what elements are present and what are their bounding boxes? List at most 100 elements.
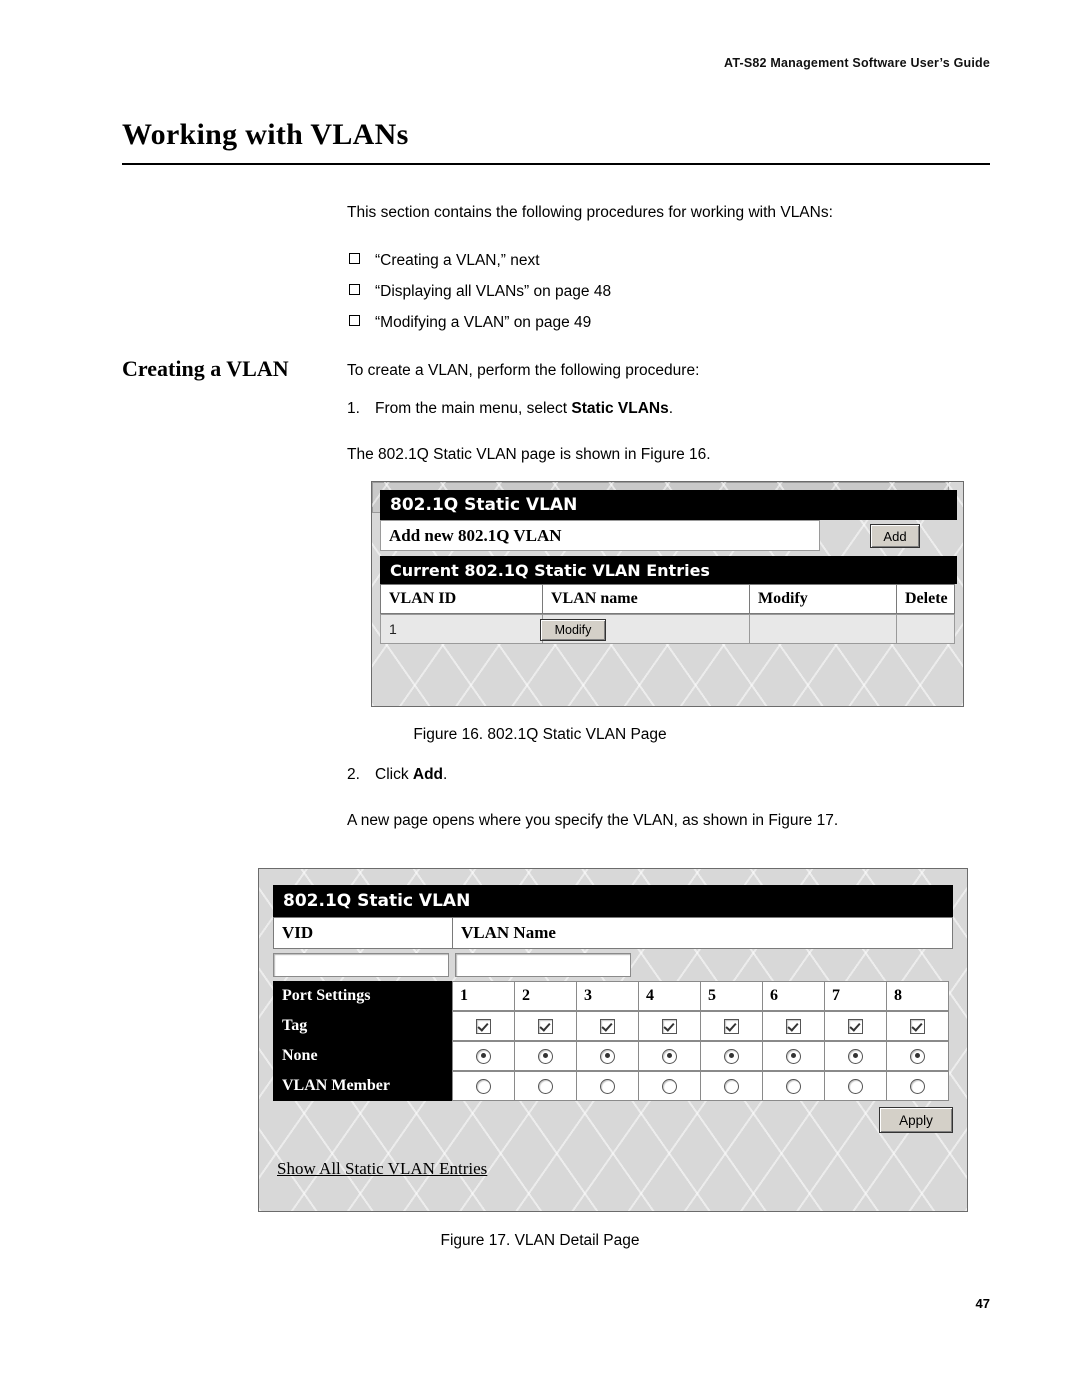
vlan-member-cell-4[interactable] bbox=[638, 1071, 701, 1101]
radio-icon[interactable] bbox=[538, 1078, 553, 1094]
running-head: AT-S82 Management Software User’s Guide bbox=[724, 56, 990, 70]
apply-button[interactable]: Apply bbox=[879, 1107, 953, 1133]
step-text-end: . bbox=[668, 400, 674, 417]
tag-cell-3[interactable] bbox=[576, 1011, 639, 1041]
vlan-member-cell-6[interactable] bbox=[762, 1071, 825, 1101]
checkbox-icon[interactable] bbox=[786, 1018, 801, 1034]
tag-cell-8[interactable] bbox=[886, 1011, 949, 1041]
port-number-1: 1 bbox=[452, 981, 515, 1011]
document-page: AT-S82 Management Software User’s Guide … bbox=[0, 0, 1080, 1397]
tag-cell-6[interactable] bbox=[762, 1011, 825, 1041]
checkbox-icon[interactable] bbox=[910, 1018, 925, 1034]
page-title: Working with VLANs bbox=[122, 118, 409, 151]
radio-icon[interactable] bbox=[786, 1078, 801, 1094]
radio-icon[interactable] bbox=[476, 1048, 491, 1064]
port-settings-label: Port Settings bbox=[273, 981, 453, 1011]
vlan-member-cell-1[interactable] bbox=[452, 1071, 515, 1101]
cell-delete bbox=[896, 614, 955, 644]
step-text: Click bbox=[375, 766, 413, 783]
page-number: 47 bbox=[975, 1296, 990, 1311]
port-number-8: 8 bbox=[886, 981, 949, 1011]
procedure-step-2-note: A new page opens where you specify the V… bbox=[347, 812, 839, 829]
radio-icon[interactable] bbox=[538, 1048, 553, 1064]
checkbox-icon[interactable] bbox=[476, 1018, 491, 1034]
vlan-member-cell-5[interactable] bbox=[700, 1071, 763, 1101]
radio-icon[interactable] bbox=[662, 1078, 677, 1094]
radio-icon[interactable] bbox=[786, 1048, 801, 1064]
tag-cell-7[interactable] bbox=[824, 1011, 887, 1041]
vlan-member-cell-2[interactable] bbox=[514, 1071, 577, 1101]
radio-icon[interactable] bbox=[724, 1078, 739, 1094]
list-item-label: “Displaying all VLANs” on page 48 bbox=[375, 283, 612, 300]
vlan-member-row-label: VLAN Member bbox=[273, 1071, 453, 1101]
port-number-7: 7 bbox=[824, 981, 887, 1011]
column-header-delete: Delete bbox=[896, 584, 955, 614]
none-cell-7[interactable] bbox=[824, 1041, 887, 1071]
port-number-5: 5 bbox=[700, 981, 763, 1011]
radio-icon[interactable] bbox=[476, 1078, 491, 1094]
none-row: None bbox=[273, 1041, 953, 1071]
list-item-label: “Creating a VLAN,” next bbox=[375, 252, 540, 269]
none-cell-8[interactable] bbox=[886, 1041, 949, 1071]
vlan-detail-input-row bbox=[273, 949, 953, 979]
radio-icon[interactable] bbox=[910, 1048, 925, 1064]
none-cell-1[interactable] bbox=[452, 1041, 515, 1071]
tag-cell-5[interactable] bbox=[700, 1011, 763, 1041]
vid-input[interactable] bbox=[273, 953, 449, 977]
column-header-modify: Modify bbox=[749, 584, 897, 614]
port-number-4: 4 bbox=[638, 981, 701, 1011]
port-number-3: 3 bbox=[576, 981, 639, 1011]
checkbox-icon[interactable] bbox=[724, 1018, 739, 1034]
vlan-member-cell-3[interactable] bbox=[576, 1071, 639, 1101]
add-button[interactable]: Add bbox=[870, 524, 920, 548]
checkbox-icon[interactable] bbox=[600, 1018, 615, 1034]
tag-cell-4[interactable] bbox=[638, 1011, 701, 1041]
modify-button[interactable]: Modify bbox=[540, 619, 606, 641]
step-number: 1. bbox=[347, 400, 360, 417]
list-item-label: “Modifying a VLAN” on page 49 bbox=[375, 314, 592, 331]
checkbox-icon[interactable] bbox=[538, 1018, 553, 1034]
section-heading: Creating a VLAN bbox=[122, 356, 289, 381]
column-header-vlan-name: VLAN Name bbox=[452, 917, 953, 949]
checkbox-icon[interactable] bbox=[848, 1018, 863, 1034]
radio-icon[interactable] bbox=[724, 1048, 739, 1064]
tag-row: Tag bbox=[273, 1011, 953, 1041]
radio-icon[interactable] bbox=[600, 1048, 615, 1064]
cell-vlan-id: 1 bbox=[380, 614, 543, 644]
none-cell-2[interactable] bbox=[514, 1041, 577, 1071]
procedure-step-2: 2. Click Add. bbox=[347, 764, 1007, 785]
none-cell-5[interactable] bbox=[700, 1041, 763, 1071]
column-header-vid: VID bbox=[273, 917, 453, 949]
table-row: 1 default bbox=[380, 614, 957, 644]
port-number-6: 6 bbox=[762, 981, 825, 1011]
procedure-step-1-note: The 802.1Q Static VLAN page is shown in … bbox=[347, 446, 711, 463]
tag-cell-1[interactable] bbox=[452, 1011, 515, 1041]
step-text: From the main menu, select bbox=[375, 400, 572, 417]
step-text-bold: Add bbox=[412, 766, 444, 783]
show-all-static-vlan-entries-link[interactable]: Show All Static VLAN Entries bbox=[277, 1159, 487, 1179]
title-divider bbox=[122, 163, 990, 165]
vlan-member-cell-7[interactable] bbox=[824, 1071, 887, 1101]
list-item: “Modifying a VLAN” on page 49 bbox=[347, 307, 1007, 338]
none-cell-4[interactable] bbox=[638, 1041, 701, 1071]
none-cell-6[interactable] bbox=[762, 1041, 825, 1071]
intro-paragraph: This section contains the following proc… bbox=[347, 204, 833, 221]
square-bullet-icon bbox=[349, 315, 360, 326]
vlan-member-cell-8[interactable] bbox=[886, 1071, 949, 1101]
none-cell-3[interactable] bbox=[576, 1041, 639, 1071]
vlan-name-input[interactable] bbox=[455, 953, 631, 977]
tag-cell-2[interactable] bbox=[514, 1011, 577, 1041]
step-text-end: . bbox=[443, 766, 448, 783]
radio-icon[interactable] bbox=[600, 1078, 615, 1094]
step-text-bold: Static VLANs bbox=[571, 400, 669, 417]
radio-icon[interactable] bbox=[848, 1078, 863, 1094]
procedure-lead: To create a VLAN, perform the following … bbox=[347, 362, 700, 379]
figure-17-caption: Figure 17. VLAN Detail Page bbox=[440, 1232, 640, 1249]
radio-icon[interactable] bbox=[662, 1048, 677, 1064]
checkbox-icon[interactable] bbox=[662, 1018, 677, 1034]
radio-icon[interactable] bbox=[910, 1078, 925, 1094]
figure-17-screenshot: 802.1Q Static VLAN VID VLAN Name Port Se… bbox=[258, 868, 968, 1212]
radio-icon[interactable] bbox=[848, 1048, 863, 1064]
static-vlan-page-title: 802.1Q Static VLAN bbox=[380, 490, 957, 520]
port-settings-header-row: Port Settings 1 2 3 4 5 6 7 8 bbox=[273, 981, 953, 1011]
